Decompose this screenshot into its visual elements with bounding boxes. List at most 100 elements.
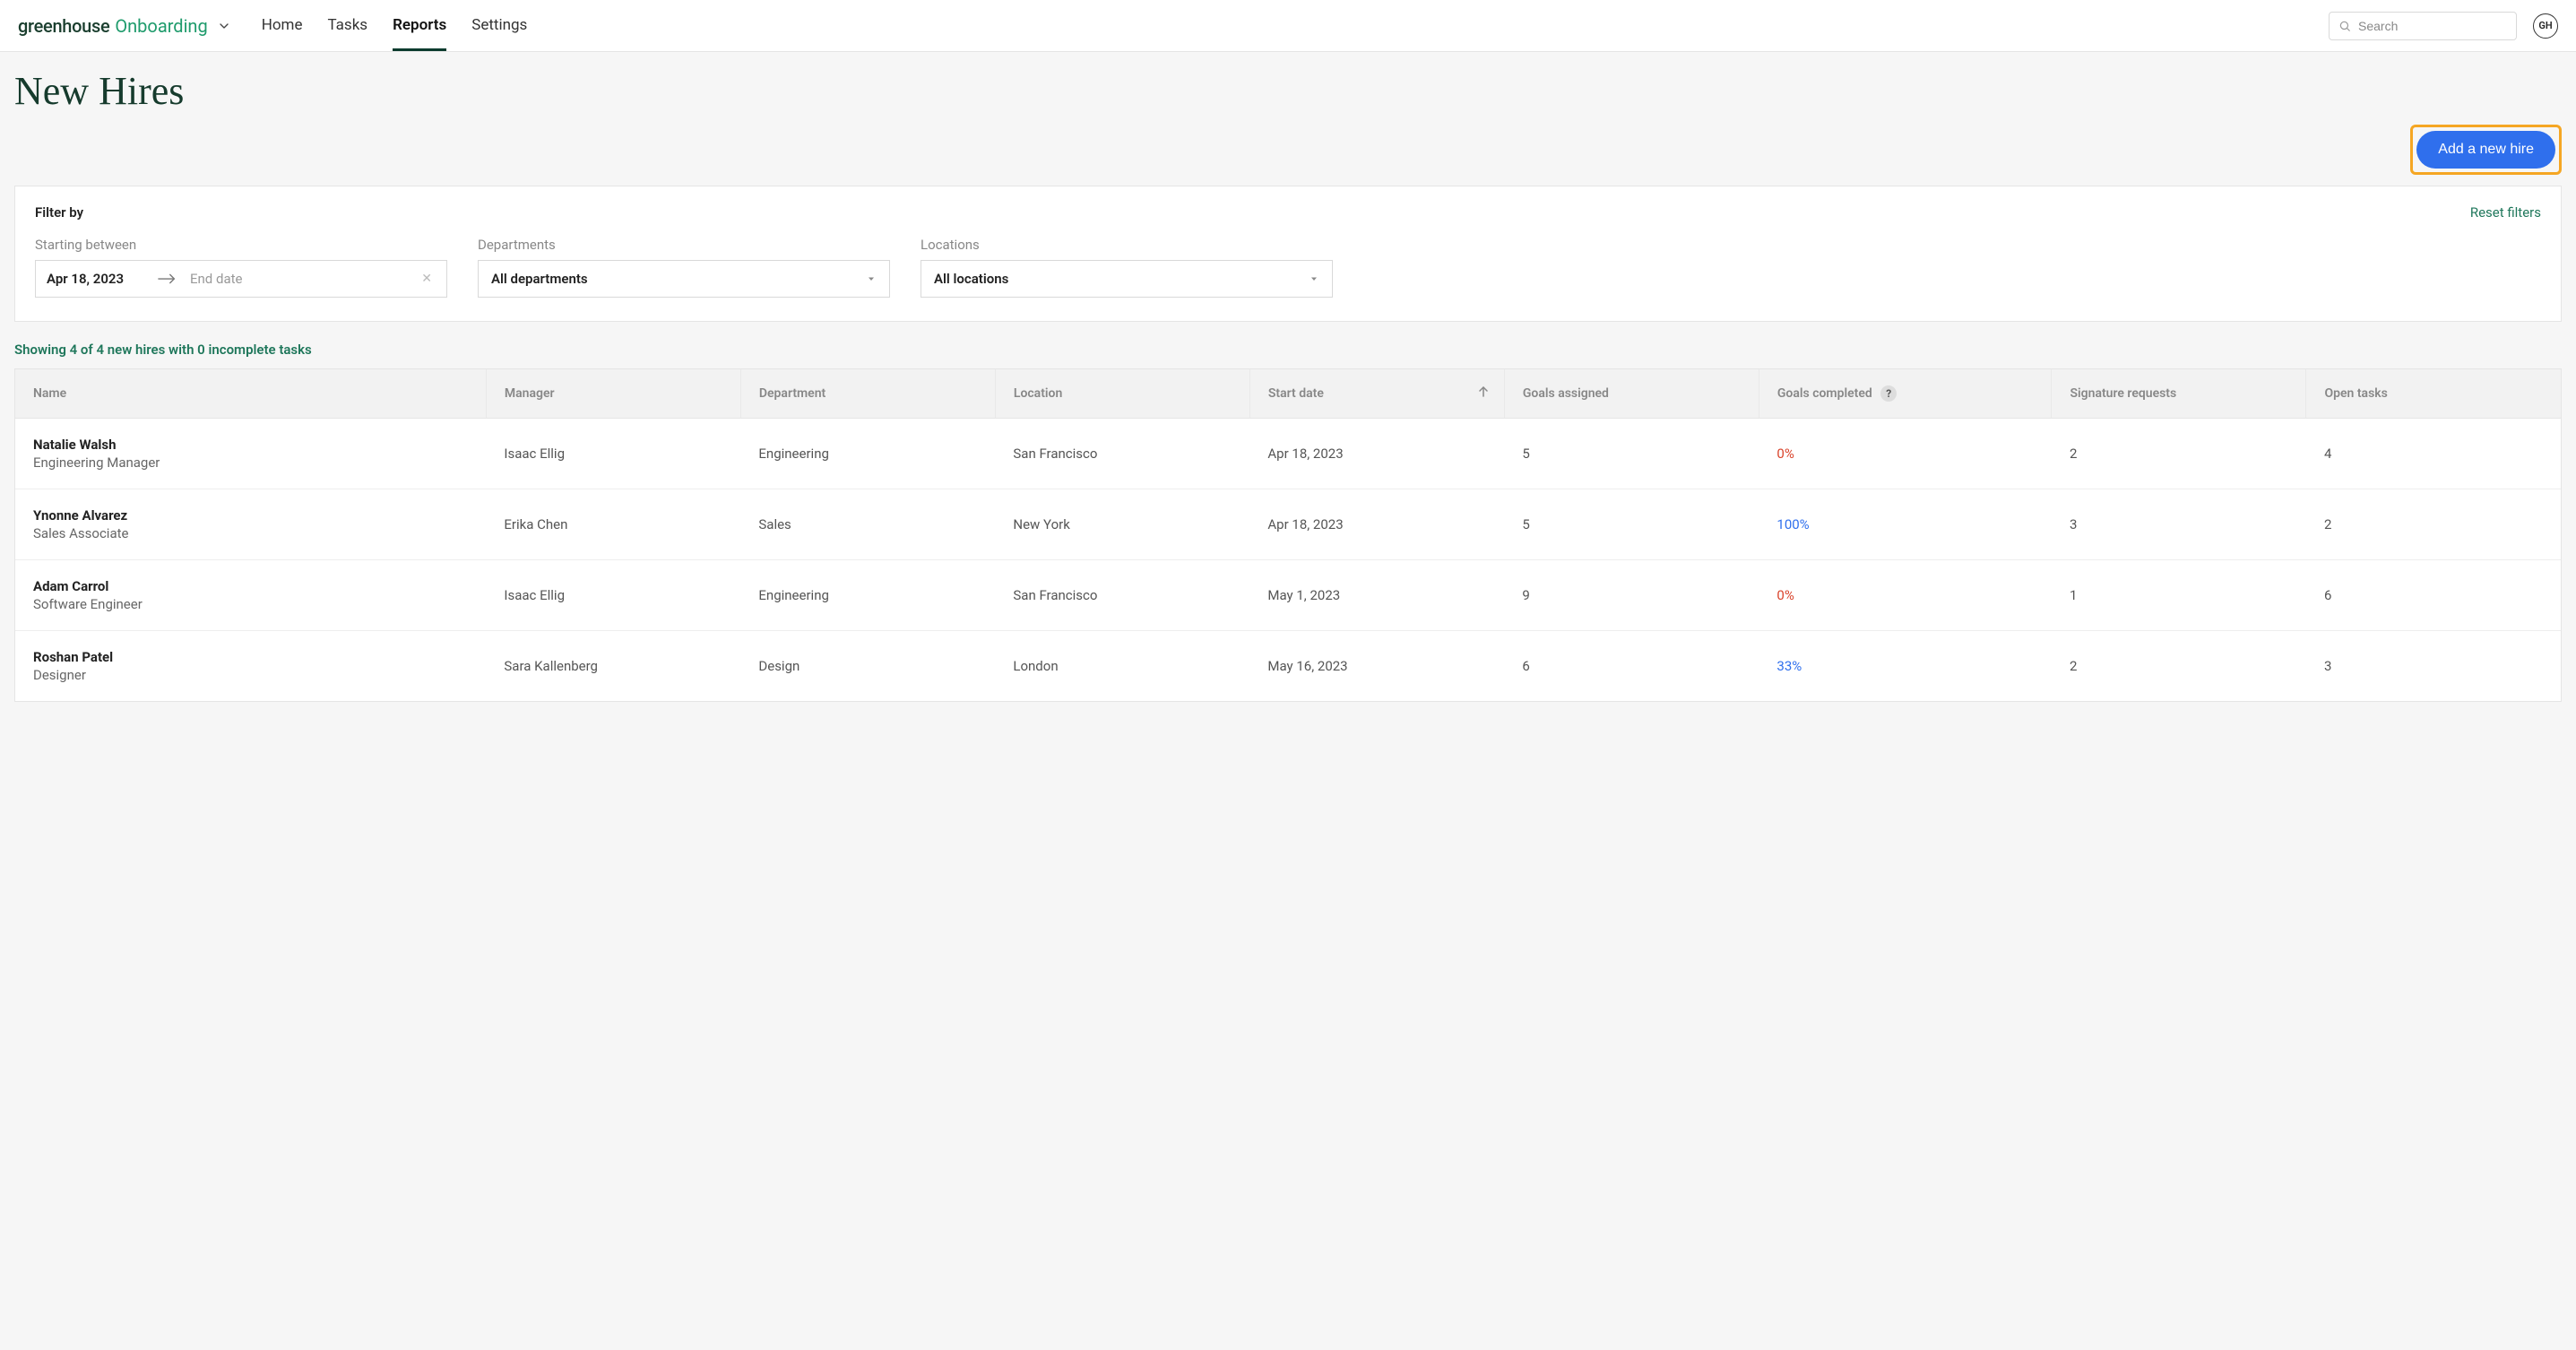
th-goals-completed-label: Goals completed [1777,386,1872,401]
cell-manager: Isaac Ellig [486,560,740,631]
search-icon [2338,20,2351,32]
th-manager[interactable]: Manager [486,369,740,419]
clear-date-icon[interactable]: ✕ [418,270,436,288]
cell-goals-assigned: 6 [1504,631,1759,702]
nav-tasks[interactable]: Tasks [327,0,367,51]
cell-location: London [995,631,1249,702]
cell-department: Engineering [740,560,995,631]
chevron-down-icon [217,19,231,33]
main-content: New Hires Add a new hire Filter by Reset… [0,52,2576,1350]
cell-goals-assigned: 5 [1504,489,1759,560]
departments-value: All departments [491,271,588,287]
hire-name: Ynonne Alvarez [33,507,468,524]
cell-name: Natalie WalshEngineering Manager [15,419,486,489]
cell-goals-completed: 0% [1759,419,2052,489]
cell-location: San Francisco [995,560,1249,631]
brand-switcher[interactable]: greenhouse Onboarding [18,15,231,37]
results-caption: Showing 4 of 4 new hires with 0 incomple… [0,322,2576,368]
locations-label: Locations [921,237,1333,253]
cell-goals-completed: 33% [1759,631,2052,702]
cell-open-tasks: 4 [2306,419,2561,489]
start-date-value: Apr 18, 2023 [47,271,145,287]
caret-down-icon [866,273,877,284]
table-row[interactable]: Roshan Patel Designer Sara KallenbergDesig… [15,631,2561,702]
topbar: greenhouse Onboarding Home Tasks Reports… [0,0,2576,52]
departments-select[interactable]: All departments [478,260,890,298]
brand-sub: Onboarding [115,15,207,37]
cell-name: Adam CarrolSoftware Engineer [15,560,486,631]
cell-signature-requests: 2 [2052,631,2306,702]
cell-manager: Sara Kallenberg [486,631,740,702]
th-department[interactable]: Department [740,369,995,419]
cell-department: Design [740,631,995,702]
hire-title: Engineering Manager [33,454,468,471]
reset-filters-link[interactable]: Reset filters [2470,204,2541,221]
nav-settings[interactable]: Settings [471,0,527,51]
cell-goals-completed: 100% [1759,489,2052,560]
cell-signature-requests: 1 [2052,560,2306,631]
page-title: New Hires [0,52,2576,119]
locations-select[interactable]: All locations [921,260,1333,298]
cell-open-tasks: 2 [2306,489,2561,560]
hire-title: Designer [33,667,468,683]
cell-name: Roshan Patel Designer [15,631,486,702]
table-row[interactable]: Ynonne AlvarezSales AssociateErika ChenS… [15,489,2561,560]
th-goals-completed[interactable]: Goals completed ? [1759,369,2052,419]
cell-signature-requests: 3 [2052,489,2306,560]
cell-department: Sales [740,489,995,560]
arrow-right-icon [158,273,177,285]
cell-start-date: Apr 18, 2023 [1249,489,1504,560]
cell-open-tasks: 3 [2306,631,2561,702]
avatar[interactable]: GH [2533,13,2558,39]
date-range-input[interactable]: Apr 18, 2023 End date ✕ [35,260,447,298]
cell-location: San Francisco [995,419,1249,489]
filter-locations: Locations All locations [921,237,1333,298]
cell-manager: Erika Chen [486,489,740,560]
cell-signature-requests: 2 [2052,419,2306,489]
th-signature-requests[interactable]: Signature requests [2052,369,2306,419]
cell-name: Ynonne AlvarezSales Associate [15,489,486,560]
add-new-hire-button[interactable]: Add a new hire [2416,131,2555,169]
avatar-initials: GH [2538,20,2552,31]
search-input[interactable] [2358,19,2507,33]
nav-reports[interactable]: Reports [393,0,446,51]
cell-start-date: May 16, 2023 [1249,631,1504,702]
table-row[interactable]: Adam CarrolSoftware EngineerIsaac ElligE… [15,560,2561,631]
th-goals-assigned[interactable]: Goals assigned [1504,369,1759,419]
filter-starting-between: Starting between Apr 18, 2023 End date ✕ [35,237,447,298]
new-hires-table: Name Manager Department Location Start d… [14,368,2562,702]
highlight-add-new-hire: Add a new hire [2410,125,2562,175]
sort-asc-icon [1479,386,1488,401]
filter-departments: Departments All departments [478,237,890,298]
cell-location: New York [995,489,1249,560]
hire-title: Sales Associate [33,525,468,541]
cell-goals-completed: 0% [1759,560,2052,631]
th-open-tasks[interactable]: Open tasks [2306,369,2561,419]
th-location[interactable]: Location [995,369,1249,419]
starting-between-label: Starting between [35,237,447,253]
hire-name: Roshan Patel [33,649,468,665]
hire-name: Natalie Walsh [33,437,468,453]
th-start-date[interactable]: Start date [1249,369,1504,419]
filter-panel: Filter by Reset filters Starting between… [14,186,2562,322]
th-name[interactable]: Name [15,369,486,419]
filter-by-label: Filter by [35,204,83,221]
locations-value: All locations [934,271,1008,287]
main-nav: Home Tasks Reports Settings [262,0,528,51]
action-row: Add a new hire [0,119,2576,186]
cell-open-tasks: 6 [2306,560,2561,631]
help-icon[interactable]: ? [1880,385,1897,402]
cell-goals-assigned: 9 [1504,560,1759,631]
table-row[interactable]: Natalie WalshEngineering ManagerIsaac El… [15,419,2561,489]
table-header-row: Name Manager Department Location Start d… [15,369,2561,419]
cell-start-date: Apr 18, 2023 [1249,419,1504,489]
nav-home[interactable]: Home [262,0,303,51]
cell-manager: Isaac Ellig [486,419,740,489]
hire-name: Adam Carrol [33,578,468,594]
search-box[interactable] [2329,12,2517,40]
cell-department: Engineering [740,419,995,489]
cell-start-date: May 1, 2023 [1249,560,1504,631]
brand-main: greenhouse [18,15,109,37]
caret-down-icon [1309,273,1319,284]
cell-goals-assigned: 5 [1504,419,1759,489]
